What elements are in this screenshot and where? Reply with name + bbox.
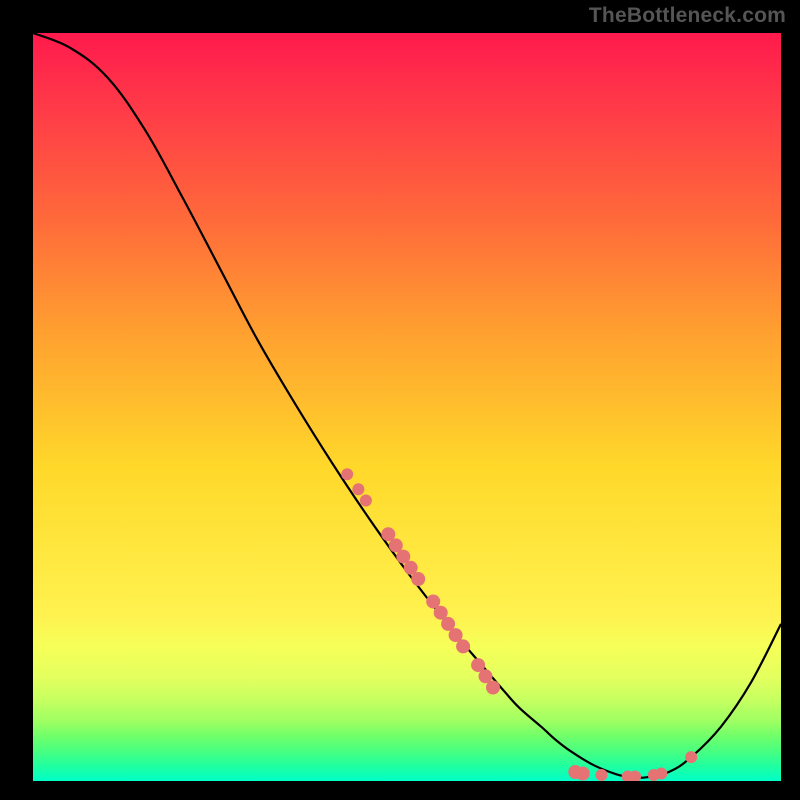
chart-container: TheBottleneck.com (0, 0, 800, 800)
watermark: TheBottleneck.com (589, 4, 786, 28)
plot-gradient-area (33, 33, 781, 781)
